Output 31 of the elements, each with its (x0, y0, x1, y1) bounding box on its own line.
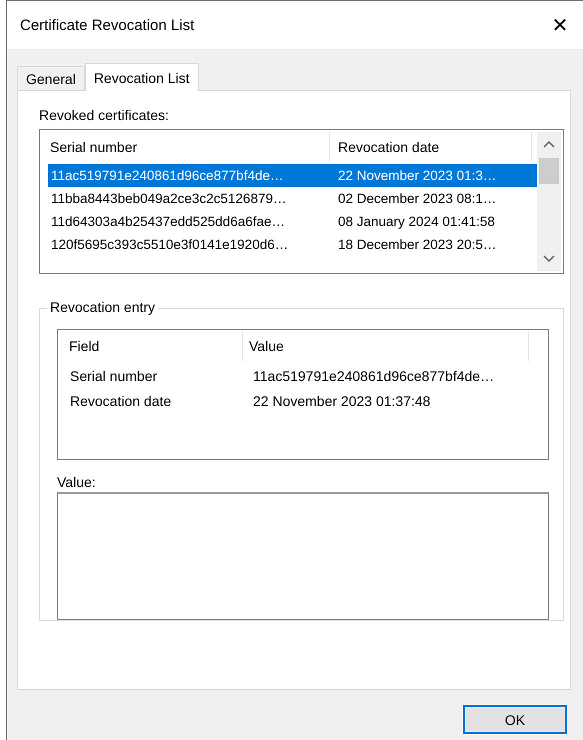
table-cell-text: Revocation date (69, 392, 172, 408)
value-field[interactable] (57, 492, 549, 620)
table-cell-text: 22 November 2023 01:3… (337, 168, 498, 183)
tab[interactable]: General (17, 66, 85, 90)
table-cell-text: 02 December 2023 08:1… (337, 191, 498, 206)
tab[interactable]: Revocation List (84, 63, 199, 91)
scroll-thumb[interactable] (539, 158, 559, 184)
list-row[interactable]: 11d64303a4b25437edd525dd6a6fae… 08 January 2024 01:41:58 (48, 210, 537, 233)
list-row[interactable]: 11ac519791e240861d96ce877bf4de… 22 November 2023 01:3… (48, 164, 537, 187)
column-header[interactable]: Value (243, 331, 529, 361)
section-label: Revoked certificates: (39, 107, 170, 123)
table-cell-text: 11d64303a4b25437edd525dd6a6fae… (50, 214, 286, 229)
window-title: Certificate Revocation List (20, 16, 194, 34)
group-title: Revocation entry (47, 299, 158, 315)
scrollbar[interactable] (537, 132, 561, 271)
table-cell-text: 18 December 2023 20:5… (337, 237, 498, 252)
table-cell-text: Serial number (69, 368, 158, 384)
table-cell-text: 11ac519791e240861d96ce877bf4de… (50, 168, 284, 183)
table-cell-text: 08 January 2024 01:41:58 (337, 214, 496, 229)
table-cell-text: 22 November 2023 01:37:48 (252, 392, 432, 408)
column-header[interactable]: Serial number (48, 132, 330, 162)
close-button[interactable]: ✕ (537, 5, 583, 45)
table-cell-text: 11bba8443beb049a2ce3c2c5126879… (50, 191, 288, 206)
field-label: Value: (57, 474, 97, 490)
table-cell-text: 120f5695c393c5510e3f0141e1920d6… (50, 237, 290, 252)
list-row[interactable]: 120f5695c393c5510e3f0141e1920d6… 18 December 2023 20:5… (48, 233, 537, 256)
list-row[interactable]: 11bba8443beb049a2ce3c2c5126879… 02 December 2023 08:1… (48, 187, 537, 210)
ok-button[interactable]: OK (463, 705, 567, 734)
table-cell-text: 11ac519791e240861d96ce877bf4de… (252, 368, 496, 384)
column-header[interactable]: Field (67, 331, 243, 361)
column-header[interactable]: Revocation date (330, 132, 532, 162)
